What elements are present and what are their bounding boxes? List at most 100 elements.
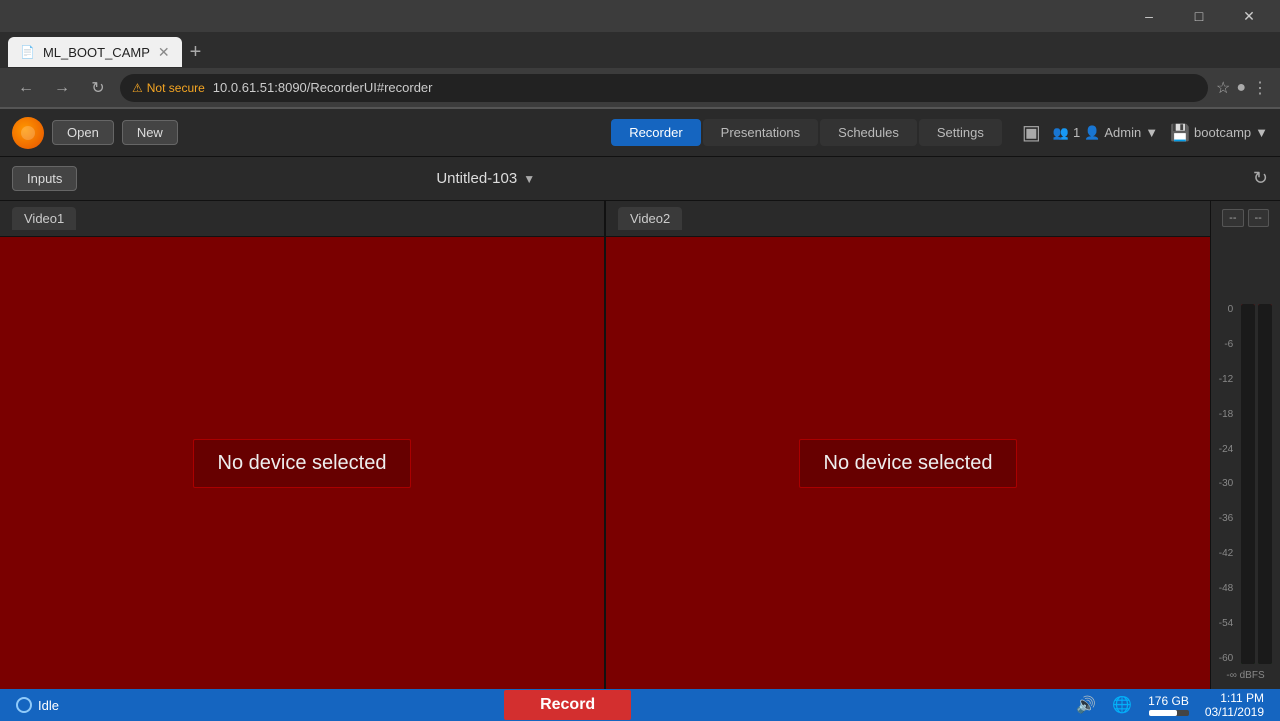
vu-bar-left: [1241, 304, 1255, 664]
forward-button[interactable]: →: [48, 74, 76, 102]
security-warning: ⚠ Not secure: [132, 81, 205, 95]
title-bar: – □ ✕: [0, 0, 1280, 32]
video2-tab-label[interactable]: Video2: [618, 207, 682, 230]
vu-scale-0: 0: [1219, 304, 1233, 315]
app-logo: [12, 117, 44, 149]
app: Open New Recorder Presentations Schedule…: [0, 109, 1280, 721]
admin-label: Admin: [1104, 125, 1141, 140]
vu-controls: -- --: [1222, 209, 1269, 227]
video1-tab-label[interactable]: Video1: [12, 207, 76, 230]
nav-right: ▣ 👥 1 👤 Admin ▼ 💾 bootcamp ▼: [1022, 120, 1268, 145]
address-bar: ← → ↻ ⚠ Not secure 10.0.61.51:8090/Recor…: [0, 68, 1280, 108]
address-field[interactable]: ⚠ Not secure 10.0.61.51:8090/RecorderUI#…: [120, 74, 1208, 102]
user-count-icon: 👥: [1053, 125, 1069, 141]
admin-dropdown-icon: ▼: [1145, 125, 1158, 140]
status-right: 🔊 🌐 176 GB 1:11 PM 03/11/2019: [1076, 691, 1264, 719]
video2-no-device-box: No device selected: [799, 439, 1018, 488]
video2-display: No device selected: [606, 237, 1210, 689]
tab-recorder[interactable]: Recorder: [611, 119, 700, 146]
tab-title: ML_BOOT_CAMP: [43, 45, 150, 60]
storage-bar: [1149, 710, 1189, 716]
address-icons: ☆ ● ⋮: [1216, 78, 1268, 98]
new-tab-button[interactable]: +: [182, 41, 210, 64]
video1-section: Video1 No device selected: [0, 201, 606, 689]
vu-meter-container: 0 -6 -12 -18 -24 -30 -36 -42 -48 -54 -60: [1219, 235, 1272, 664]
vu-dbfs-label: -∞ dBFS: [1226, 670, 1264, 681]
title-dropdown[interactable]: Untitled-103 ▼: [436, 170, 535, 187]
idle-label: Idle: [38, 698, 59, 713]
globe-icon[interactable]: 🌐: [1112, 695, 1132, 715]
video-panels: Video1 No device selected Video2: [0, 201, 1210, 689]
security-label: Not secure: [147, 81, 205, 95]
top-nav: Open New Recorder Presentations Schedule…: [0, 109, 1280, 157]
vu-scale-18: -18: [1219, 409, 1233, 420]
video2-tab: Video2: [606, 201, 1210, 237]
vu-ctrl-btn-2[interactable]: --: [1248, 209, 1269, 227]
vu-sidebar: -- -- 0 -6 -12 -18 -24 -30 -36 -42 -48 -…: [1210, 201, 1280, 689]
vu-bar-right: [1258, 304, 1272, 664]
logo-inner: [21, 126, 35, 140]
recorder-toolbar: Inputs Untitled-103 ▼ ↻: [0, 157, 1280, 201]
refresh-button[interactable]: ↻: [1253, 168, 1268, 189]
profile-icon[interactable]: ●: [1236, 79, 1246, 97]
vu-scale: 0 -6 -12 -18 -24 -30 -36 -42 -48 -54 -60: [1219, 304, 1235, 664]
maximize-button[interactable]: □: [1176, 0, 1222, 32]
video2-section: Video2 No device selected: [606, 201, 1210, 689]
tab-close-icon[interactable]: ✕: [158, 44, 170, 61]
volume-icon[interactable]: 🔊: [1076, 695, 1096, 715]
vu-scale-6: -6: [1219, 339, 1233, 350]
recording-title: Untitled-103: [436, 170, 517, 187]
recorder-area: Inputs Untitled-103 ▼ ↻ Video1 No device…: [0, 157, 1280, 689]
monitor-icon[interactable]: ▣: [1022, 120, 1041, 145]
video2-no-device-text: No device selected: [824, 452, 993, 474]
nav-user[interactable]: 👥 1 👤 Admin ▼: [1053, 125, 1158, 141]
time-display: 1:11 PM 03/11/2019: [1205, 691, 1264, 719]
address-url: 10.0.61.51:8090/RecorderUI#recorder: [213, 80, 433, 95]
nav-server[interactable]: 💾 bootcamp ▼: [1170, 123, 1268, 143]
storage-fill: [1149, 710, 1177, 716]
tab-schedules[interactable]: Schedules: [820, 119, 917, 146]
open-button[interactable]: Open: [52, 120, 114, 145]
storage-label: 176 GB: [1148, 694, 1189, 708]
video1-no-device-text: No device selected: [218, 452, 387, 474]
vu-scale-60: -60: [1219, 653, 1233, 664]
vu-scale-54: -54: [1219, 618, 1233, 629]
minimize-button[interactable]: –: [1126, 0, 1172, 32]
video-vu-container: Video1 No device selected Video2: [0, 201, 1280, 689]
vu-scale-30: -30: [1219, 478, 1233, 489]
server-label: bootcamp: [1194, 125, 1251, 140]
title-controls: – □ ✕: [1126, 0, 1272, 32]
vu-bar-right-mask: [1258, 304, 1272, 664]
new-button[interactable]: New: [122, 120, 178, 145]
back-button[interactable]: ←: [12, 74, 40, 102]
vu-scale-12: -12: [1219, 374, 1233, 385]
video1-tab: Video1: [0, 201, 604, 237]
storage-info: 176 GB: [1148, 694, 1189, 716]
vu-scale-42: -42: [1219, 548, 1233, 559]
status-idle: Idle: [16, 697, 59, 713]
vu-scale-36: -36: [1219, 513, 1233, 524]
idle-icon: [16, 697, 32, 713]
browser-tab[interactable]: 📄 ML_BOOT_CAMP ✕: [8, 37, 182, 67]
tab-bar: 📄 ML_BOOT_CAMP ✕ +: [0, 32, 1280, 68]
inputs-button[interactable]: Inputs: [12, 166, 77, 191]
vu-ctrl-btn-1[interactable]: --: [1222, 209, 1243, 227]
tab-settings[interactable]: Settings: [919, 119, 1002, 146]
close-button[interactable]: ✕: [1226, 0, 1272, 32]
bookmark-icon[interactable]: ☆: [1216, 78, 1230, 98]
menu-icon[interactable]: ⋮: [1252, 78, 1268, 98]
tab-favicon-icon: 📄: [20, 45, 35, 59]
record-button[interactable]: Record: [504, 690, 631, 720]
video1-display: No device selected: [0, 237, 604, 689]
tab-presentations[interactable]: Presentations: [703, 119, 819, 146]
reload-button[interactable]: ↻: [84, 74, 112, 102]
user-count: 1: [1073, 125, 1080, 140]
vu-bars: [1241, 304, 1272, 664]
date-label: 03/11/2019: [1205, 705, 1264, 719]
browser-chrome: – □ ✕ 📄 ML_BOOT_CAMP ✕ + ← → ↻ ⚠ Not sec…: [0, 0, 1280, 109]
vu-scale-24: -24: [1219, 444, 1233, 455]
vu-bar-left-mask: [1241, 304, 1255, 664]
title-dropdown-icon: ▼: [523, 172, 535, 186]
time-label: 1:11 PM: [1205, 691, 1264, 705]
user-icon: 👤: [1084, 125, 1100, 141]
